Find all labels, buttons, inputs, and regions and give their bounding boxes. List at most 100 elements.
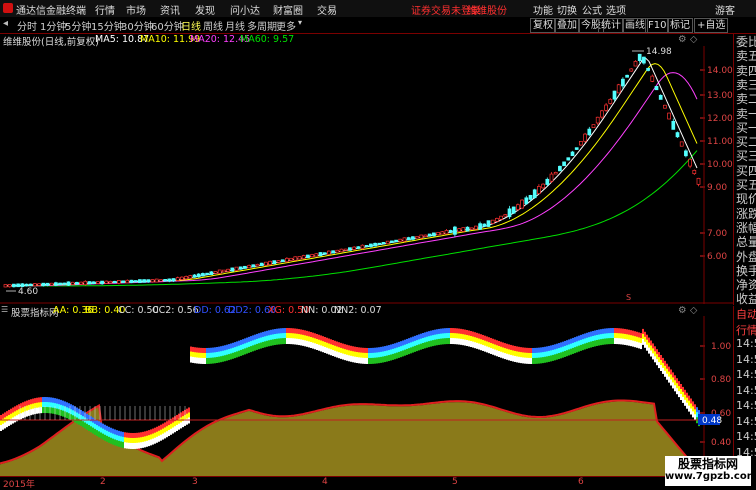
tick-label: 14:5 [736, 430, 756, 443]
candle [356, 246, 361, 249]
candle [243, 265, 247, 269]
candle [646, 67, 650, 71]
candle [419, 234, 424, 239]
axis-label-year: 2015年 [3, 480, 35, 490]
tick-label: 行情 [736, 323, 756, 337]
candle [537, 186, 541, 194]
menu-bar: 通达信金融终端 行情 市场 资讯 发现 问小达 财富圈 交易 证券交易未登录 维… [0, 0, 756, 18]
candle [297, 256, 302, 260]
period-tab-60min[interactable]: 60分钟 [151, 18, 184, 33]
menu-item-market[interactable]: 市场 [126, 2, 146, 17]
main-info-line: 维维股份(日线,前复权) MA5: 10.87 MA10: 11.99 MA20… [0, 34, 733, 48]
period-tab-1min[interactable]: 1分钟 [40, 18, 66, 33]
candle [222, 269, 226, 273]
period-tab-multi[interactable]: 多周期 [247, 18, 277, 33]
tick-panel: 自动行情14:514:514:514:514:514:514:514:5 [733, 306, 756, 476]
period-tab-30min[interactable]: 30分钟 [121, 18, 154, 33]
candle [394, 239, 398, 243]
candle [503, 214, 508, 217]
candle [675, 132, 680, 138]
candle [276, 260, 281, 263]
candle [272, 260, 277, 265]
candle [264, 261, 268, 266]
candle [339, 248, 344, 253]
candle [377, 242, 382, 245]
candle [293, 256, 298, 261]
candle [684, 150, 688, 157]
candle [595, 116, 600, 124]
candle [280, 259, 285, 263]
candle [457, 228, 461, 232]
candle [41, 282, 46, 287]
mark-button[interactable]: 标记 [667, 18, 693, 33]
candle [251, 264, 256, 268]
candle [385, 240, 390, 245]
stock-link[interactable]: 维维股份 [467, 2, 507, 17]
candle [310, 254, 314, 258]
menu-item-function[interactable]: 功能 [533, 2, 553, 17]
menu-item-news[interactable]: 资讯 [160, 2, 180, 17]
f10-button[interactable]: F10 [645, 18, 670, 33]
candle [331, 250, 335, 254]
candle [335, 249, 340, 253]
candlestick-chart[interactable]: 14.98 4.60 S 14.00 13.00 12.00 11.00 10.00 9.… [0, 46, 733, 304]
period-tab-intraday[interactable]: 分时 [17, 18, 37, 33]
candle [150, 279, 155, 283]
candle [234, 266, 239, 271]
candle [163, 279, 167, 282]
sub-settings-icon[interactable]: ⚙ [678, 305, 687, 316]
price-tick-label: 14.00 [707, 66, 733, 76]
indicator-tick-label: 0.40 [711, 438, 731, 448]
menu-item-discover[interactable]: 发现 [195, 2, 215, 17]
menu-item-trade[interactable]: 交易 [317, 2, 337, 17]
indicator-menu-icon[interactable]: ☰ [1, 305, 8, 314]
candle [625, 74, 629, 78]
candle [129, 279, 134, 284]
candle [213, 271, 218, 274]
candle [423, 234, 428, 237]
candle [226, 268, 230, 272]
menu-item-formula[interactable]: 公式 [582, 2, 602, 17]
candle [654, 86, 659, 91]
candle [87, 281, 92, 285]
price-tick-label: 13.00 [707, 91, 733, 101]
candle [415, 236, 419, 239]
app-logo-icon [3, 3, 13, 13]
menu-item-ask[interactable]: 问小达 [230, 2, 260, 17]
period-tab-daily[interactable]: 日线 [181, 18, 201, 33]
menu-item-guest[interactable]: 游客 [715, 2, 735, 17]
candle [301, 255, 306, 260]
add-watchlist-button[interactable]: +自选 [694, 18, 729, 33]
period-tab-weekly[interactable]: 周线 [203, 18, 223, 33]
menu-item-wealth[interactable]: 财富圈 [273, 2, 303, 17]
candle [469, 227, 474, 230]
period-tab-15min[interactable]: 15分钟 [91, 18, 124, 33]
menu-item-switch[interactable]: 切换 [557, 2, 577, 17]
period-tab-monthly[interactable]: 月线 [225, 18, 245, 33]
overlay-button[interactable]: 叠加 [554, 18, 580, 33]
candle [608, 98, 613, 104]
candle [511, 206, 516, 214]
candle [574, 147, 579, 150]
menu-item-quotes[interactable]: 行情 [95, 2, 115, 17]
settings-gear-icon[interactable]: ⚙ [678, 34, 687, 45]
period-tab-more[interactable]: 更多 [276, 18, 296, 33]
candle [604, 104, 608, 111]
price-tick-label: 12.00 [707, 114, 733, 124]
back-icon[interactable]: ◂ [3, 18, 8, 29]
ma20-line [4, 72, 698, 287]
stats-button[interactable]: 统计 [598, 18, 624, 33]
candle [259, 262, 264, 267]
adjust-button[interactable]: 复权 [530, 18, 556, 33]
candle [196, 273, 201, 278]
menu-item-options[interactable]: 选项 [606, 2, 626, 17]
candle [633, 61, 638, 67]
more-chevron-icon[interactable]: ▾ [298, 18, 302, 27]
sub-collapse-icon[interactable]: ◇ [690, 305, 697, 316]
candle [314, 253, 319, 257]
candle [453, 226, 457, 235]
candle [142, 279, 146, 283]
period-tab-5min[interactable]: 5分钟 [65, 18, 91, 33]
indicator-chart[interactable]: 1.000.800.600.400.20 0.48 [0, 316, 733, 476]
collapse-icon[interactable]: ◇ [690, 34, 697, 45]
